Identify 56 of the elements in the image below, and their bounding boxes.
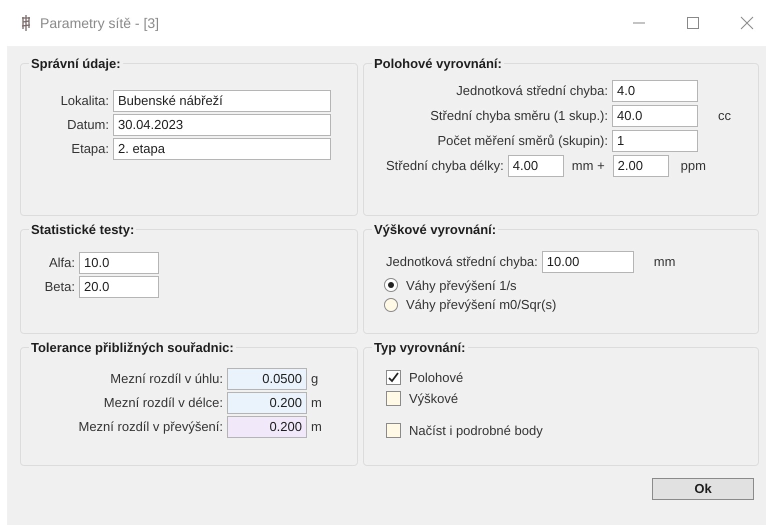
check-icon (388, 372, 399, 383)
input-field[interactable]: 4.0 (612, 80, 698, 102)
unit-label: ppm (680, 158, 706, 172)
input-field[interactable]: 1 (612, 130, 698, 152)
input-field[interactable]: 10.0 (79, 252, 159, 274)
unit-label: mm (654, 254, 676, 268)
input-field[interactable]: 30.04.2023 (113, 114, 331, 136)
unit-label: cc (718, 108, 731, 122)
unit-label: mm + (572, 158, 605, 172)
field-label: Etapa: (70, 140, 109, 158)
input-field[interactable]: 2. etapa (113, 138, 331, 160)
checkbox[interactable] (386, 422, 401, 438)
checkbox-label: Polohové (409, 368, 464, 386)
group-title: Tolerance přibližných souřadnic: (30, 339, 235, 357)
ok-button[interactable]: Ok (652, 478, 754, 500)
close-icon[interactable] (740, 16, 754, 30)
field-label: Jednotková střední chyba: (386, 252, 538, 271)
input-field[interactable]: 2.00 (612, 154, 669, 176)
radio-button[interactable] (384, 278, 398, 292)
group-title: Výškové vyrovnání: (373, 221, 498, 239)
input-field[interactable]: 0.200 (227, 416, 307, 438)
radio-button[interactable] (384, 298, 398, 312)
input-field[interactable]: 10.00 (542, 250, 634, 272)
field-label: Lokalita: (60, 92, 109, 110)
input-field[interactable]: 4.00 (508, 154, 564, 176)
radio-label: Váhy převýšení m0/Sqr(s) (406, 296, 556, 314)
checkbox[interactable] (386, 370, 401, 385)
group-title: Správní údaje: (30, 55, 122, 73)
app-icon (20, 14, 32, 32)
field-label: Alfa: (48, 254, 75, 272)
field-label: Střední chyba délky: (386, 156, 504, 175)
group-title: Typ vyrovnání: (373, 339, 467, 357)
unit-label: g (311, 370, 318, 388)
field-label: Datum: (66, 116, 109, 134)
field-label: Jednotková střední chyba: (455, 82, 608, 100)
unit-label: m (311, 394, 322, 412)
input-field[interactable]: Bubenské nábřeží (113, 90, 331, 112)
field-label: Mezní rozdíl v převýšení: (78, 418, 223, 436)
field-label: Mezní rozdíl v délce: (102, 394, 223, 412)
maximize-icon[interactable] (686, 16, 700, 30)
checkbox[interactable] (386, 391, 401, 406)
window-title: Parametry sítě - [3] (40, 14, 160, 33)
input-field[interactable]: 40.0 (612, 104, 698, 126)
field-label: Počet měření směrů (skupin): (436, 132, 608, 150)
group-title: Statistické testy: (30, 221, 136, 239)
input-field[interactable]: 20.0 (79, 276, 159, 298)
radio-label: Váhy převýšení 1/s (406, 276, 517, 295)
checkbox-label: Výškové (409, 390, 458, 408)
unit-label: m (311, 418, 322, 436)
input-field[interactable]: 0.200 (227, 392, 307, 414)
field-label: Mezní rozdíl v úhlu: (109, 370, 223, 388)
checkbox-label: Načíst i podrobné body (409, 422, 543, 440)
group-title: Polohové vyrovnání: (373, 55, 503, 73)
field-label: Střední chyba směru (1 skup.): (429, 106, 608, 125)
field-label: Beta: (44, 278, 75, 296)
input-field[interactable]: 0.0500 (227, 368, 307, 390)
